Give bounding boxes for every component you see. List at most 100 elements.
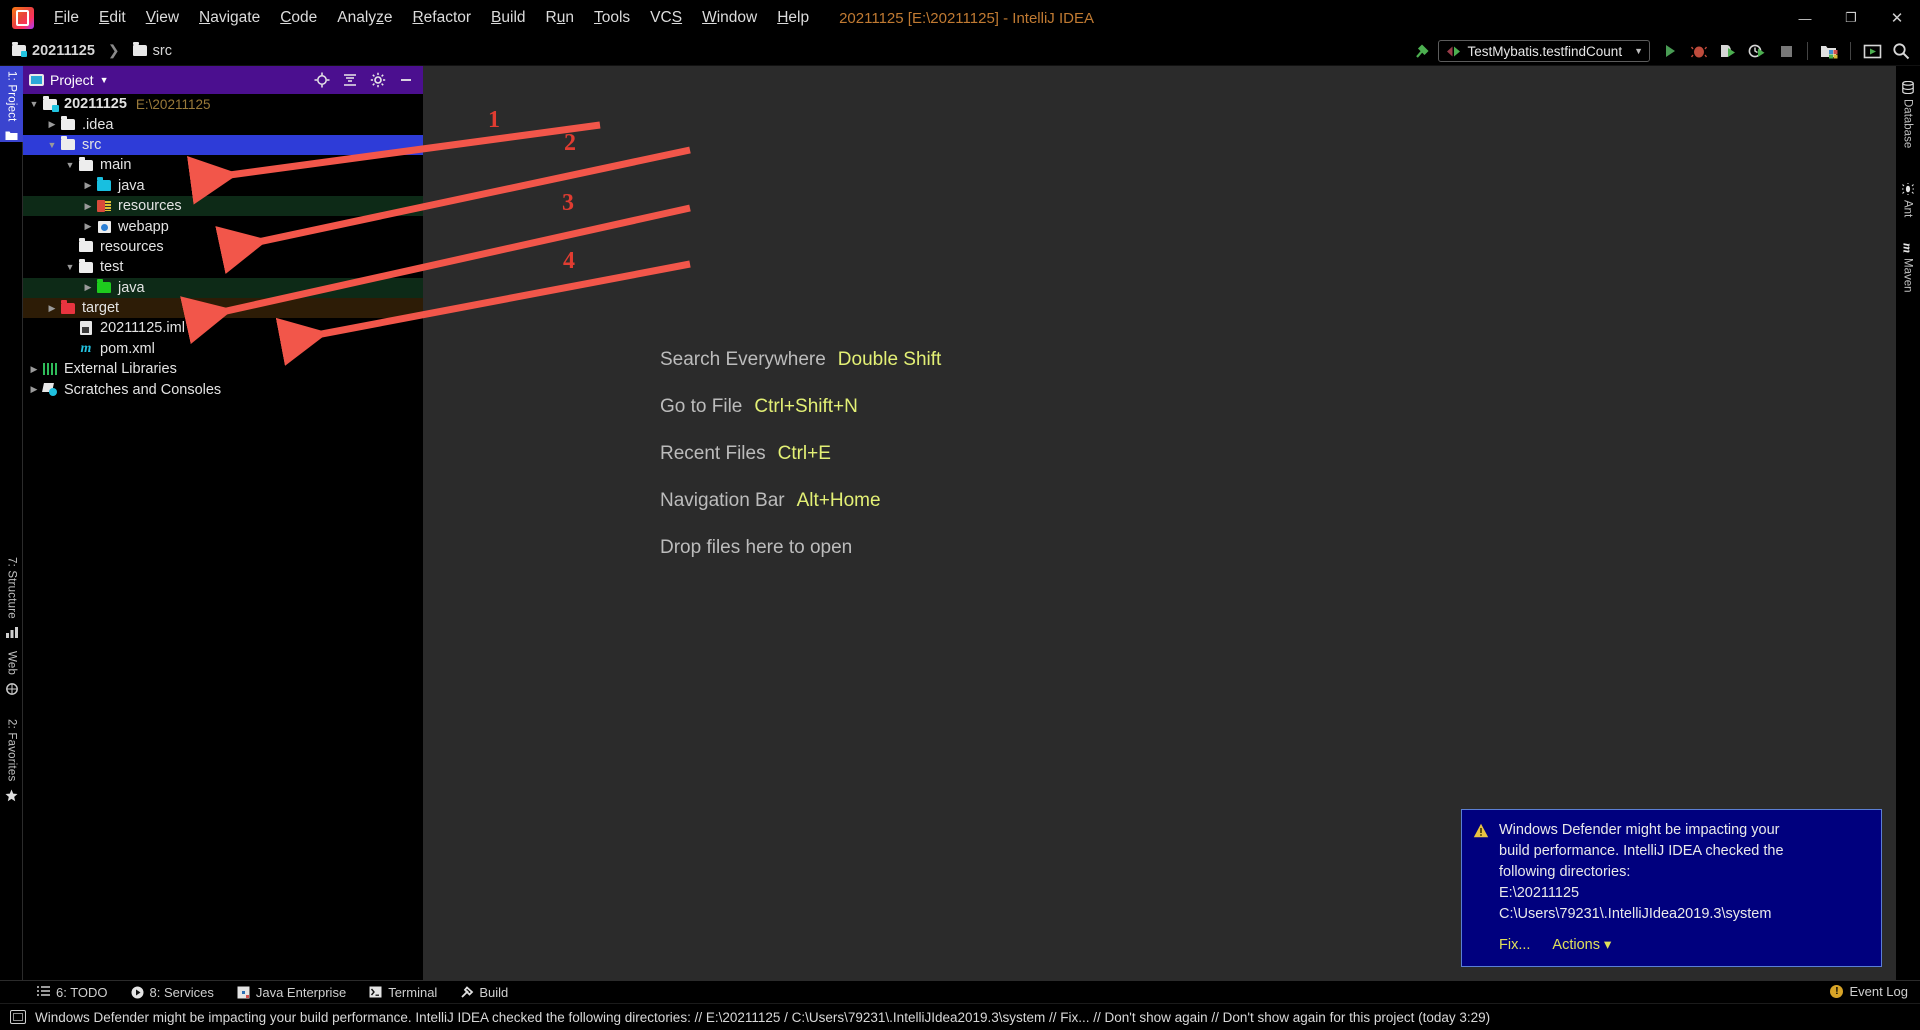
tree-node-resources[interactable]: resources [23,237,423,257]
external-libraries-icon [43,363,57,376]
chevron-right-icon[interactable] [27,364,41,375]
menu-item-vcs[interactable]: VCS [640,6,692,30]
maximize-button[interactable]: ❐ [1828,0,1874,36]
sidebar-item-ant[interactable]: Ant [1895,178,1920,226]
build-hammer-icon[interactable] [1409,39,1435,63]
profiler-icon[interactable] [1744,39,1770,63]
tree-node--idea[interactable]: .idea [23,114,423,134]
breadcrumb-item-project[interactable]: 20211125 [32,43,95,59]
sidebar-item-structure-label: 7: Structure [5,557,18,619]
hide-icon[interactable] [395,69,417,91]
menu-item-run[interactable]: Run [536,6,584,30]
sidebar-item-web[interactable]: Web [0,646,23,708]
tree-node-pom-xml[interactable]: m pom.xml [23,339,423,359]
close-icon: ✕ [1890,10,1904,27]
tree-node-java[interactable]: java [23,176,423,196]
chevron-right-icon[interactable] [81,221,95,232]
chevron-down-icon[interactable] [27,99,41,109]
notification-fix-link[interactable]: Fix... [1499,935,1530,956]
menu-item-window[interactable]: Window [692,6,767,30]
menu-item-navigate[interactable]: Navigate [189,6,270,30]
star-icon [5,789,18,802]
notification-line-2: following directories: [1499,864,1631,880]
chevron-right-icon[interactable] [45,119,59,130]
tree-node-external-libraries[interactable]: External Libraries [23,359,423,379]
tree-node-src[interactable]: src [23,134,423,156]
tree-node-20211125[interactable]: 20211125 E:\20211125 [23,94,423,114]
menu-item-file[interactable]: File [44,6,89,30]
chevron-down-icon[interactable] [45,140,59,150]
sidebar-item-structure[interactable]: 7: Structure [0,552,23,640]
run-configuration-selector[interactable]: TestMybatis.testfindCount ▼ [1437,40,1650,62]
tree-node-resources[interactable]: resources [23,195,423,217]
debug-icon[interactable] [1686,39,1712,63]
run-icon[interactable] [1657,39,1683,63]
chevron-right-icon[interactable] [81,180,95,191]
chevron-down-icon[interactable]: ▼ [100,75,109,85]
chevron-right-icon[interactable] [45,303,59,314]
menu-item-help[interactable]: Help [767,6,819,30]
welcome-line-shortcut: Ctrl+E [777,443,831,464]
project-tree[interactable]: 20211125 E:\20211125 .idea src main java resou… [23,94,423,988]
tree-node-webapp[interactable]: webapp [23,216,423,236]
bottom-tab-todo-label: 6: TODO [56,984,108,1000]
chevron-right-icon[interactable] [81,282,95,293]
bottom-tab-terminal[interactable]: Terminal [368,985,437,1000]
search-icon[interactable] [1888,39,1914,63]
sidebar-item-project-label: 1: Project [5,71,18,122]
settings-gear-icon[interactable] [367,69,389,91]
menu-item-build[interactable]: Build [481,6,535,30]
ant-icon [1901,183,1914,195]
breadcrumb[interactable]: 20211125 ❯ src [12,42,172,59]
test-source-folder-icon [97,279,111,294]
menu-item-analyze[interactable]: Analyze [327,6,402,30]
bottom-tab-build-label: Build [479,984,509,1000]
sidebar-item-database[interactable]: Database [1895,76,1920,166]
tree-node-scratches-and-consoles[interactable]: Scratches and Consoles [23,379,423,399]
run-with-coverage-icon[interactable] [1715,39,1741,63]
event-log-button[interactable]: ! Event Log [1830,980,1908,1003]
notification-balloon[interactable]: Windows Defender might be impacting your… [1461,809,1882,967]
menu-item-refactor[interactable]: Refactor [402,6,481,30]
intellij-idea-window: File Edit View Navigate Code Analyze Refactor B… [0,0,1920,1030]
updates-icon[interactable] [1859,39,1885,63]
chevron-right-icon[interactable] [81,201,95,212]
menu-item-edit[interactable]: Edit [89,6,136,30]
chevron-down-icon[interactable]: ▼ [1634,46,1643,56]
tree-node-target[interactable]: target [23,297,423,319]
sidebar-item-favorites[interactable]: 2: Favorites [0,714,23,810]
notification-actions-link[interactable]: Actions ▾ [1552,935,1611,956]
notification-line-3: E:\20211125 [1499,885,1580,901]
chevron-down-icon[interactable] [63,262,77,272]
tree-node-test[interactable]: test [23,257,423,277]
tree-node-label: 20211125 [64,96,127,113]
menu-item-tools[interactable]: Tools [584,6,640,30]
chevron-right-icon[interactable] [27,384,41,395]
sidebar-item-maven[interactable]: m Maven [1895,238,1920,310]
sidebar-item-database-label: Database [1901,99,1914,149]
stop-icon[interactable] [1773,39,1799,63]
bottom-tab-java-enterprise[interactable]: Java Enterprise [236,985,346,1000]
run-configuration-label: TestMybatis.testfindCount [1467,43,1623,59]
bottom-tab-build[interactable]: Build [459,985,508,1000]
tree-node-main[interactable]: main [23,155,423,175]
welcome-line-2: Recent Files Ctrl+E [660,443,941,465]
bottom-tab-todo[interactable]: 6: TODO [36,985,108,1000]
project-panel-title: Project [50,72,94,88]
tree-node-label: target [82,300,120,317]
sidebar-item-project[interactable]: 1: Project [0,66,23,142]
project-structure-icon[interactable] [1816,39,1842,63]
close-button[interactable]: ✕ [1874,0,1920,36]
collapse-all-icon[interactable] [339,69,361,91]
message-icon[interactable] [10,1010,26,1024]
tree-node-20211125-iml[interactable]: 20211125.iml [23,318,423,338]
breadcrumb-item-src[interactable]: src [153,43,172,59]
locate-icon[interactable] [311,69,333,91]
welcome-line-1: Go to File Ctrl+Shift+N [660,396,941,418]
menu-item-code[interactable]: Code [270,6,327,30]
chevron-down-icon[interactable] [63,160,77,170]
tree-node-java[interactable]: java [23,277,423,298]
minimize-button[interactable]: — [1782,0,1828,36]
bottom-tab-services[interactable]: 8: Services [130,985,214,1000]
menu-item-view[interactable]: View [136,6,189,30]
